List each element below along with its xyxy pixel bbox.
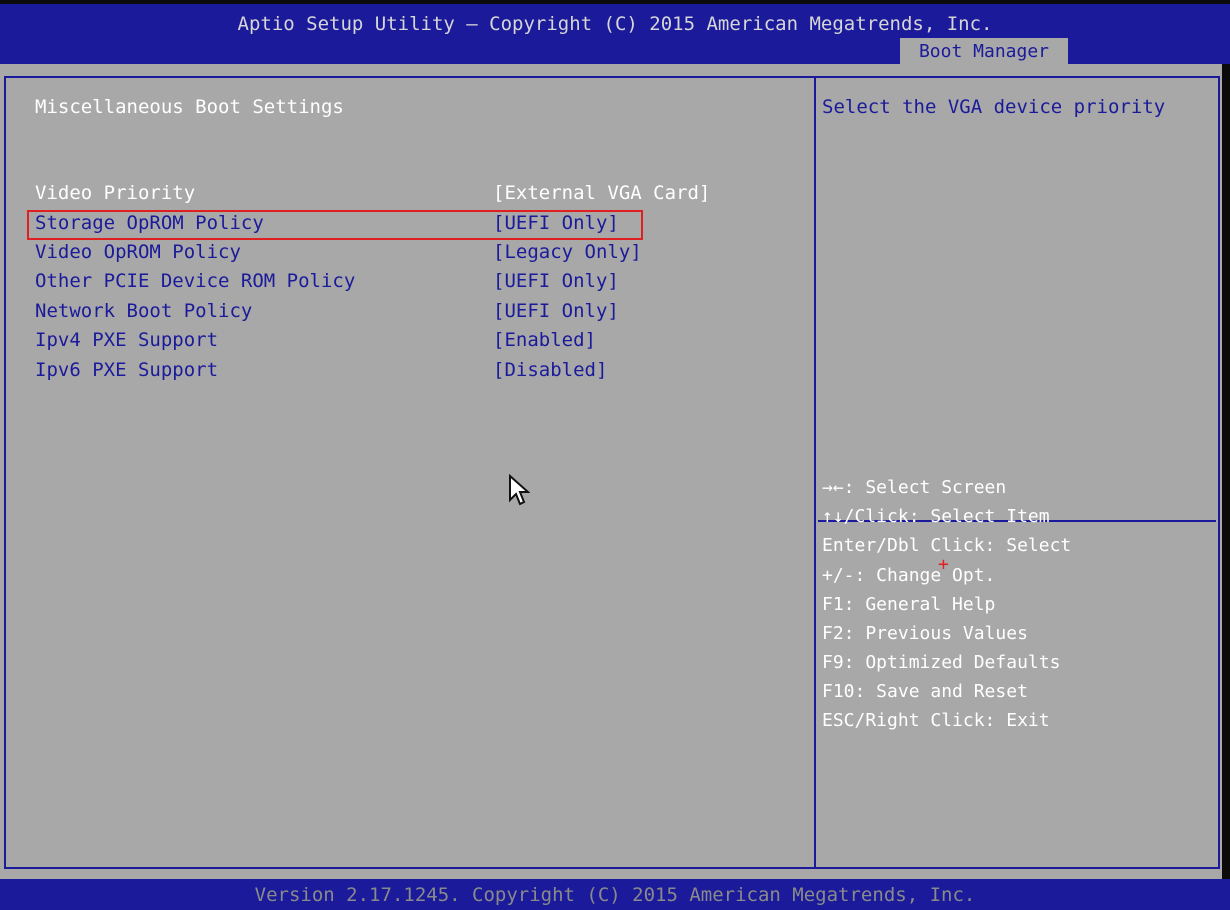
key-help-line: →←: Select Screen: [822, 477, 1007, 498]
key-help-line: F1: General Help: [822, 594, 996, 615]
setting-label-ipv6-pxe-support[interactable]: Ipv6 PXE Support: [35, 358, 218, 382]
setting-label-video-oprom-policy[interactable]: Video OpROM Policy: [35, 240, 241, 264]
setting-value-ipv6-pxe-support[interactable]: [Disabled]: [493, 358, 607, 382]
key-help-line: +/-: Change Opt.: [822, 565, 996, 586]
key-help-line: ↑↓/Click: Select Item: [822, 506, 1050, 527]
header-bar: Aptio Setup Utility – Copyright (C) 2015…: [0, 4, 1230, 66]
help-description: Select the VGA device priority: [822, 96, 1166, 118]
footer-bar: Version 2.17.1245. Copyright (C) 2015 Am…: [0, 879, 1230, 910]
key-help-line: F9: Optimized Defaults: [822, 652, 1061, 673]
setting-label-ipv4-pxe-support[interactable]: Ipv4 PXE Support: [35, 328, 218, 352]
setting-label-video-priority[interactable]: Video Priority: [35, 181, 195, 205]
key-help-line: F10: Save and Reset: [822, 681, 1028, 702]
version-text: Version 2.17.1245. Copyright (C) 2015 Am…: [254, 884, 976, 906]
setting-value-other-pcie-rom-policy[interactable]: [UEFI Only]: [493, 269, 619, 293]
setting-value-video-oprom-policy[interactable]: [Legacy Only]: [493, 240, 642, 264]
key-help-line: F2: Previous Values: [822, 623, 1028, 644]
setting-value-video-priority[interactable]: [External VGA Card]: [493, 181, 710, 205]
app-title: Aptio Setup Utility – Copyright (C) 2015…: [237, 13, 993, 35]
help-panel: [814, 76, 1220, 869]
red-cross-icon: +: [938, 554, 949, 575]
section-title: Miscellaneous Boot Settings: [35, 96, 344, 118]
tab-boot-manager[interactable]: Boot Manager: [900, 38, 1068, 66]
selection-highlight: [27, 210, 643, 240]
setting-label-network-boot-policy[interactable]: Network Boot Policy: [35, 299, 252, 323]
setting-label-other-pcie-rom-policy[interactable]: Other PCIE Device ROM Policy: [35, 269, 355, 293]
key-help-line: ESC/Right Click: Exit: [822, 710, 1050, 731]
mouse-pointer-icon: [509, 474, 530, 506]
setting-value-ipv4-pxe-support[interactable]: [Enabled]: [493, 328, 596, 352]
setting-value-network-boot-policy[interactable]: [UEFI Only]: [493, 299, 619, 323]
